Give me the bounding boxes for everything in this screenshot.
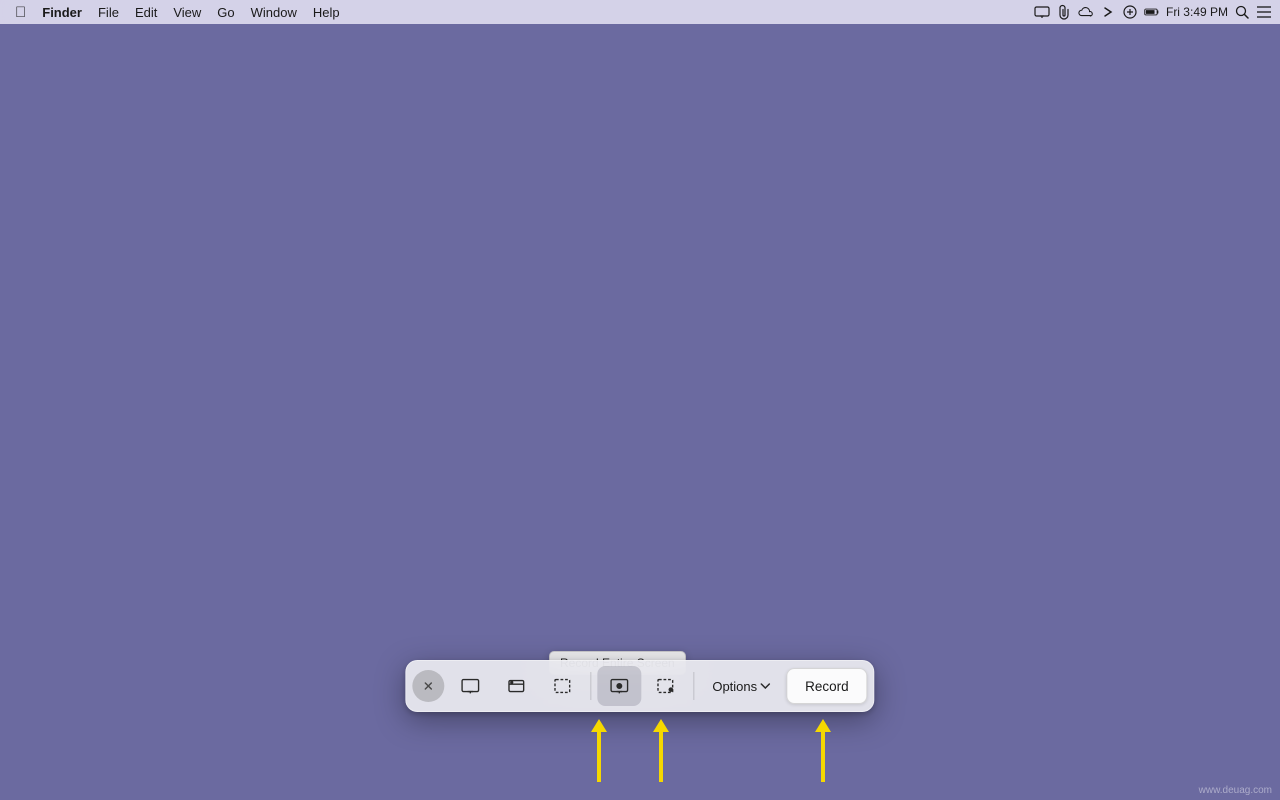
link-icon[interactable]	[1122, 4, 1138, 20]
watermark: www.deuag.com	[1199, 785, 1272, 796]
record-selection-btn[interactable]	[643, 666, 687, 706]
desktop: Record Entire Screen	[0, 24, 1280, 800]
view-menu[interactable]: View	[166, 0, 208, 24]
finder-menu[interactable]: Finder	[35, 0, 89, 24]
arrows-group	[601, 719, 669, 782]
file-menu[interactable]: File	[91, 0, 126, 24]
clock: Fri 3:49 PM	[1166, 5, 1228, 19]
menubar-right: Fri 3:49 PM	[1034, 4, 1272, 20]
paperclip-icon[interactable]	[1056, 4, 1072, 20]
record-screen-btn[interactable]	[597, 666, 641, 706]
screenshot-window-btn[interactable]	[494, 666, 538, 706]
menubar-left:  Finder File Edit View Go Window Help	[8, 0, 347, 24]
arrow-record-screen	[591, 719, 607, 782]
go-menu[interactable]: Go	[210, 0, 241, 24]
help-menu[interactable]: Help	[306, 0, 347, 24]
record-button[interactable]: Record	[786, 668, 868, 704]
separator2	[693, 672, 694, 700]
bluetooth-icon[interactable]	[1100, 4, 1116, 20]
screenshot-fullscreen-btn[interactable]	[448, 666, 492, 706]
arrow-record-btn	[815, 719, 831, 782]
close-button[interactable]	[412, 670, 444, 702]
edit-menu[interactable]: Edit	[128, 0, 164, 24]
separator1	[590, 672, 591, 700]
battery-icon[interactable]	[1144, 4, 1160, 20]
list-icon[interactable]	[1256, 4, 1272, 20]
arrow-record-selection	[653, 719, 669, 782]
options-button[interactable]: Options	[700, 666, 782, 706]
screenshot-toolbar: Options Record	[405, 660, 874, 712]
search-icon[interactable]	[1234, 4, 1250, 20]
cloud-icon[interactable]	[1078, 4, 1094, 20]
menubar:  Finder File Edit View Go Window Help	[0, 0, 1280, 24]
chevron-down-icon	[760, 683, 770, 689]
screen-icon[interactable]	[1034, 4, 1050, 20]
apple-menu[interactable]: 	[8, 0, 33, 24]
window-menu[interactable]: Window	[244, 0, 304, 24]
screenshot-selection-btn[interactable]	[540, 666, 584, 706]
